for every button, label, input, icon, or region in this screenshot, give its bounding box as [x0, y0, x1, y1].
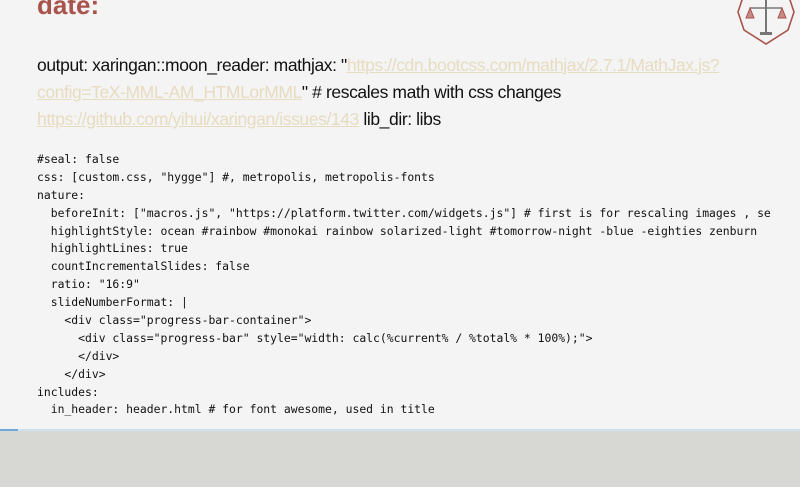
xaringan-issue-link[interactable]: https://github.com/yihui/xaringan/issues… [37, 109, 359, 129]
code-line: highlightLines: true [37, 241, 188, 256]
code-line: <div class="progress-bar-container"> [37, 313, 312, 328]
code-line: highlightStyle: ocean #rainbow #monokai … [37, 223, 758, 238]
code-line: css: [custom.css, "hygge"] #, metropolis… [37, 169, 435, 184]
progress-bar-container [0, 429, 800, 431]
prose-text: " # rescales math with css changes [301, 82, 562, 102]
code-line: nature: [37, 187, 86, 202]
code-line: </div> [37, 348, 120, 363]
yaml-code-block: #seal: false css: [custom.css, "hygge"] #… [37, 151, 800, 419]
scales-of-justice-icon [737, 0, 795, 45]
code-line: slideNumberFormat: | [37, 295, 188, 310]
yaml-prose: output: xaringan::moon_reader: mathjax: … [37, 52, 777, 133]
code-line: #seal: false [37, 152, 120, 166]
code-line: in_header: header.html # for font awesom… [37, 402, 435, 417]
code-line: beforeInit: ["macros.js", "https://platf… [37, 205, 771, 220]
slide: date: output: xaringan::moon_reader: mat… [0, 0, 800, 430]
code-line: </div> [37, 366, 106, 381]
code-line: includes: [37, 384, 99, 399]
slide-heading: date: [37, 0, 100, 20]
code-line: countIncrementalSlides: false [37, 259, 250, 274]
progress-bar [0, 429, 19, 431]
code-line: ratio: "16:9" [37, 277, 140, 292]
prose-text: output: xaringan::moon_reader: mathjax: … [37, 55, 347, 75]
prose-text: lib_dir: libs [358, 109, 441, 129]
code-line: <div class="progress-bar" style="width: … [37, 330, 593, 345]
